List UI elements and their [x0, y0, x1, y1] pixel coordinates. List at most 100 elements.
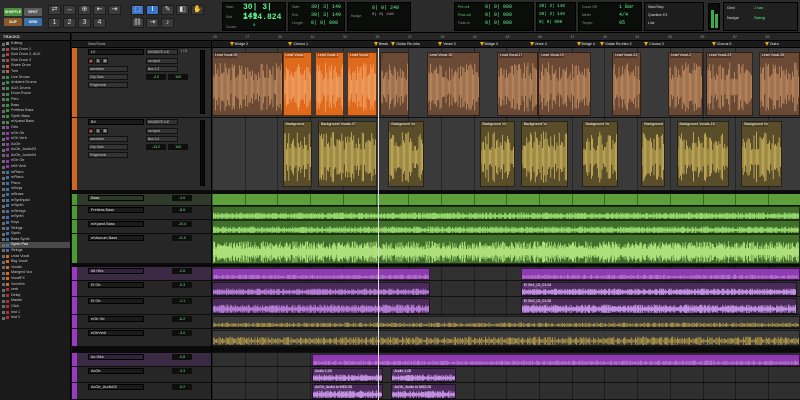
- track-visibility-icon[interactable]: [2, 199, 5, 203]
- trim-tool-icon[interactable]: ⬚: [131, 5, 144, 15]
- track-name-field[interactable]: All Gtrs: [88, 268, 144, 274]
- spot-mode-button[interactable]: SPOT: [24, 8, 42, 16]
- length-value[interactable]: 0| 0| 000: [311, 20, 338, 26]
- start-value[interactable]: 30| 3| 149: [311, 4, 341, 10]
- playhead-cursor[interactable]: [378, 48, 379, 400]
- mirror-midi-icon[interactable]: ♪: [161, 18, 174, 28]
- track-view-selector[interactable]: waveform: [88, 66, 128, 72]
- record-enable-button[interactable]: ●: [88, 58, 94, 64]
- fadein-value[interactable]: 0| 0| 000: [485, 20, 512, 26]
- track-visibility-icon[interactable]: [2, 115, 5, 119]
- elastic-audio-selector[interactable]: Polyphonic: [88, 82, 128, 88]
- output-selector[interactable]: Bus 3-4: [146, 136, 178, 142]
- track-visibility-icon[interactable]: [2, 126, 5, 130]
- volume-value[interactable]: -8.6: [172, 207, 192, 213]
- selector-tool-icon[interactable]: I: [146, 5, 159, 15]
- track-visibility-icon[interactable]: [2, 154, 5, 158]
- track-name-field[interactable]: Ac Gtrs: [88, 354, 144, 360]
- track-header-egtr-gtr[interactable]: eGtr Gtr -6.2: [72, 315, 211, 329]
- track-visibility-icon[interactable]: [2, 70, 5, 74]
- volume-value[interactable]: -2.6: [172, 268, 192, 274]
- marker[interactable]: Break: [373, 41, 388, 48]
- volume-value[interactable]: -4.6: [172, 195, 192, 201]
- selection-display[interactable]: Start End Length 30| 3| 149 30| 3| 149 0…: [288, 2, 345, 31]
- audio-clip[interactable]: Background: [282, 121, 312, 187]
- track-visibility-icon[interactable]: [2, 104, 5, 108]
- count-off-display[interactable]: Count Off Meter Tempo 1 Bar 4/4 95: [578, 2, 642, 31]
- marker[interactable]: Bridge 4: [576, 41, 595, 48]
- track-visibility-icon[interactable]: [2, 137, 5, 141]
- audio-clip[interactable]: Lead Vocal-19: [538, 52, 592, 116]
- track-visibility-icon[interactable]: [2, 98, 5, 102]
- track-header-lead-vocal[interactable]: LV MX4D97E.V-E I / O ● S M waveform Clip…: [72, 48, 211, 118]
- output-selector[interactable]: Bus 1-2: [146, 66, 178, 72]
- volume-value[interactable]: -6.2: [172, 316, 192, 322]
- audio-clip[interactable]: Lead Vocal-17: [497, 52, 539, 116]
- audio-clip[interactable]: Audio 1-05: [391, 368, 456, 382]
- track-name-field[interactable]: LV: [88, 49, 144, 55]
- audio-clip[interactable]: [212, 220, 800, 234]
- track-visibility-icon[interactable]: [2, 176, 5, 180]
- track-header-bass-folder[interactable]: Bass -4.6: [72, 194, 211, 206]
- input-selector[interactable]: no input: [146, 128, 178, 134]
- audio-clip[interactable]: Background Vo: [388, 121, 424, 187]
- preroll-display[interactable]: Pre-roll Post-roll Fade-in 0| 0| 000 0| …: [454, 2, 534, 31]
- track-visibility-icon[interactable]: [2, 238, 5, 242]
- zoom-presets-icon[interactable]: 1: [48, 18, 61, 28]
- track-visibility-icon[interactable]: [2, 266, 5, 270]
- elastic-audio-selector[interactable]: Polyphonic: [88, 152, 128, 158]
- track-name-field[interactable]: El Gtr: [88, 298, 144, 304]
- track-visibility-icon[interactable]: [2, 132, 5, 135]
- end-value[interactable]: 30| 3| 149: [311, 12, 341, 18]
- solo-button[interactable]: S: [95, 58, 101, 64]
- track-visibility-icon[interactable]: [2, 294, 5, 298]
- track-header-acgtr-audio03[interactable]: AcGtr_Audio03 -5.2: [72, 383, 211, 400]
- audio-clip[interactable]: Lead Vocal-2: [667, 52, 703, 116]
- audio-clip[interactable]: [212, 268, 430, 280]
- track-visibility-icon[interactable]: [2, 288, 5, 292]
- track-visibility-icon[interactable]: [2, 232, 5, 236]
- track-visibility-icon[interactable]: [2, 143, 5, 147]
- audio-clip[interactable]: [212, 330, 800, 346]
- track-name-field[interactable]: eGtrVerb: [88, 330, 144, 336]
- record-enable-button[interactable]: ●: [88, 128, 94, 134]
- countoff-value[interactable]: 1 Bar: [619, 4, 634, 10]
- track-visibility-icon[interactable]: [2, 187, 5, 191]
- audio-clip[interactable]: El Gtr2_01_01-05: [520, 298, 798, 314]
- audio-clip[interactable]: [520, 268, 800, 280]
- audio-clip[interactable]: Background Vocals-18: [676, 121, 730, 187]
- track-visibility-icon[interactable]: [2, 204, 5, 208]
- tracks-list-header[interactable]: TRACKS: [0, 33, 70, 41]
- audio-clip[interactable]: AcGtr_Audio to MIDI-05: [311, 384, 383, 399]
- track-visibility-icon[interactable]: [2, 215, 5, 219]
- volume-value[interactable]: -4.0: [146, 74, 166, 80]
- zoom-toggle-icon[interactable]: ⇄: [48, 5, 61, 15]
- track-name-field[interactable]: El Gtr: [88, 282, 144, 288]
- zoom-preset-3-icon[interactable]: 3: [78, 18, 91, 28]
- audio-clip[interactable]: Background Vo: [582, 121, 618, 187]
- track-visibility-icon[interactable]: [2, 283, 5, 287]
- audio-clip[interactable]: Lead Vocal-09: [212, 52, 283, 116]
- audio-clip[interactable]: Background Vo: [641, 121, 665, 187]
- grabber-tool-icon[interactable]: ✋: [191, 5, 204, 15]
- main-counter-display[interactable]: Main Sub Cursor 30| 3| 149 1:14.824 0: [222, 2, 286, 31]
- track-visibility-icon[interactable]: [2, 53, 5, 57]
- slip-mode-button[interactable]: SLIP: [4, 18, 22, 26]
- track-name-field[interactable]: AcGtr: [88, 368, 144, 374]
- end2-value[interactable]: 30| 3| 149: [539, 12, 565, 17]
- track-name-field[interactable]: Fretless Bass: [88, 207, 144, 213]
- track-visibility-icon[interactable]: [2, 311, 5, 314]
- track-visibility-icon[interactable]: [2, 277, 5, 281]
- audio-clip[interactable]: Lead Vocal-1: [314, 52, 345, 116]
- marker[interactable]: Chorus 3: [644, 41, 664, 48]
- track-header-background-vocals[interactable]: BV MX4D97E.V-E ● S M waveform Clip Gain …: [72, 118, 211, 191]
- marker[interactable]: Verse 4: [529, 41, 547, 48]
- marker[interactable]: Bridge 3: [479, 41, 498, 48]
- track-name-field[interactable]: BV: [88, 119, 144, 125]
- track-visibility-icon[interactable]: [2, 81, 5, 85]
- zoom-horizontal-icon[interactable]: ↔: [63, 5, 76, 15]
- pan-value[interactable]: 100: [168, 74, 188, 80]
- audio-clip[interactable]: Background Vo: [479, 121, 515, 187]
- shuffle-mode-button[interactable]: SHUFFLE: [4, 8, 22, 16]
- mute-button[interactable]: M: [102, 58, 108, 64]
